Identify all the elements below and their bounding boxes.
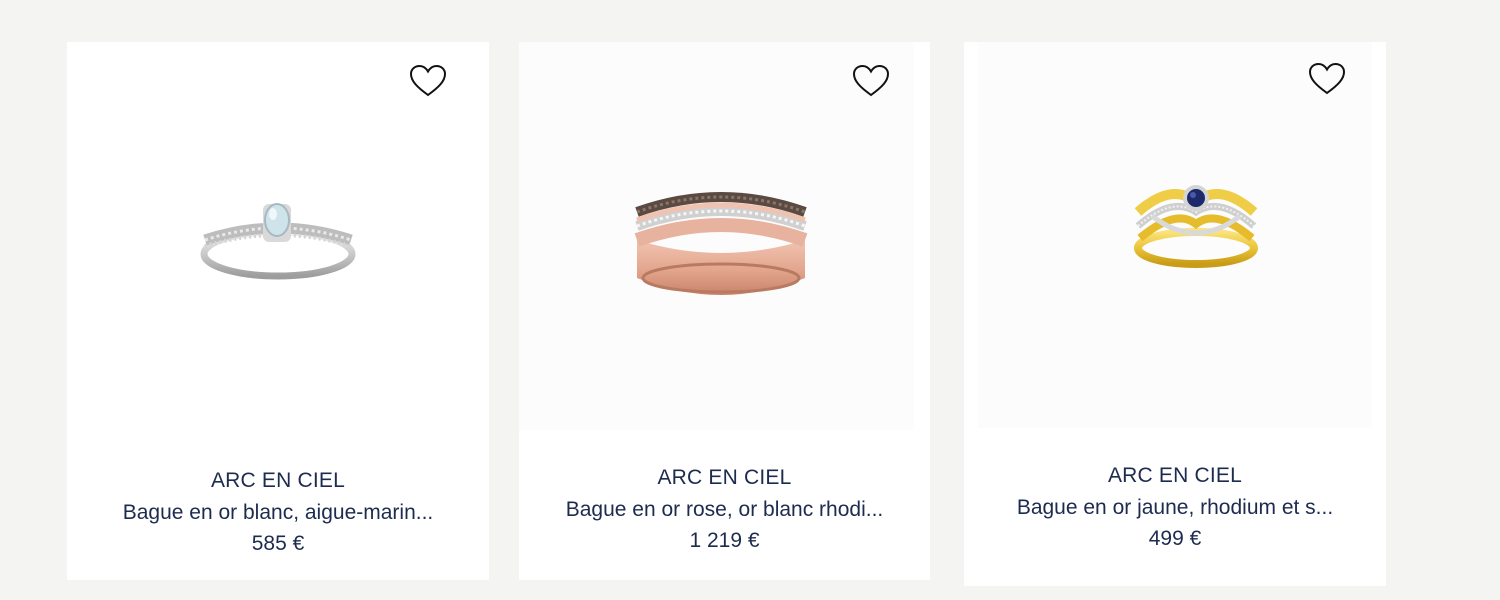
product-card[interactable]: ARC EN CIEL Bague en or jaune, rhodium e… [964,42,1386,586]
product-info: ARC EN CIEL Bague en or rose, or blanc r… [519,464,930,555]
heart-outline-icon[interactable] [852,64,890,98]
product-brand[interactable]: ARC EN CIEL [519,464,930,492]
product-price: 1 219 € [689,529,760,552]
product-card[interactable]: ARC EN CIEL Bague en or blanc, aigue-mar… [67,42,489,580]
favorite-button[interactable] [1308,62,1346,96]
product-brand[interactable]: ARC EN CIEL [67,467,489,495]
product-image-area[interactable] [978,42,1372,428]
product-info: ARC EN CIEL Bague en or blanc, aigue-mar… [67,467,489,558]
product-image-white-gold-aquamarine-ring[interactable] [199,196,357,286]
product-image-area[interactable] [519,42,914,430]
product-name[interactable]: Bague en or jaune, rhodium et s... [964,494,1386,522]
favorite-button[interactable] [409,64,447,98]
product-grid: ARC EN CIEL Bague en or blanc, aigue-mar… [0,0,1500,600]
product-image-yellow-gold-sapphire-ring[interactable] [1132,178,1260,272]
product-image-rose-gold-ring[interactable] [633,182,809,300]
heart-outline-icon[interactable] [409,64,447,98]
product-name[interactable]: Bague en or blanc, aigue-marin... [67,499,489,527]
product-info: ARC EN CIEL Bague en or jaune, rhodium e… [964,462,1386,553]
product-price: 499 € [1148,527,1202,550]
product-brand[interactable]: ARC EN CIEL [964,462,1386,490]
product-name[interactable]: Bague en or rose, or blanc rhodi... [519,496,930,524]
product-price: 585 € [251,532,305,555]
product-image-area[interactable] [67,42,489,430]
favorite-button[interactable] [852,64,890,98]
heart-outline-icon[interactable] [1308,62,1346,96]
product-card[interactable]: ARC EN CIEL Bague en or rose, or blanc r… [519,42,930,580]
